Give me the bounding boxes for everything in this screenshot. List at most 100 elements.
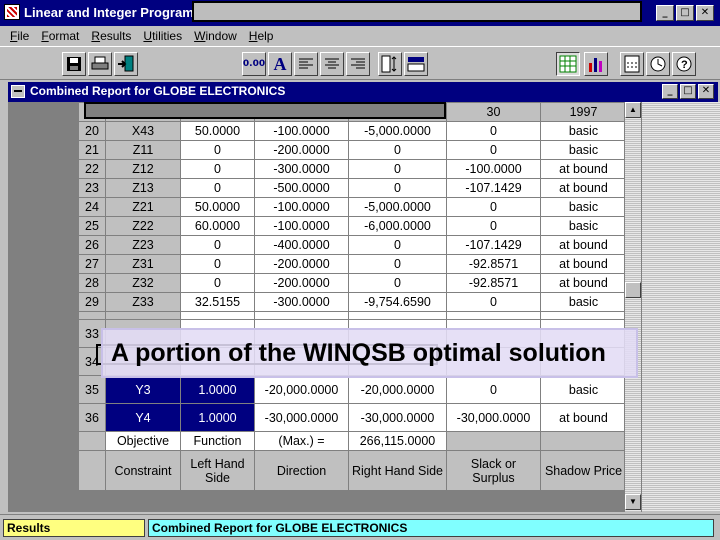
variable-name-cell[interactable]: Z21 <box>105 197 181 217</box>
variable-name-cell[interactable]: Z23 <box>105 235 181 255</box>
value-cell[interactable]: -100.0000 <box>446 159 541 179</box>
scroll-down-icon[interactable]: ▼ <box>625 494 641 510</box>
font-button[interactable]: A <box>268 52 292 76</box>
value-cell[interactable]: 0 <box>348 273 447 293</box>
value-cell[interactable]: 32.5155 <box>180 292 255 312</box>
value-cell[interactable]: 60.0000 <box>180 216 255 236</box>
value-cell[interactable]: 37.4845 <box>180 311 255 320</box>
status-cell[interactable]: basic <box>540 121 627 141</box>
empty-cell[interactable] <box>540 431 627 451</box>
grid-view-button[interactable] <box>556 52 580 76</box>
value-cell[interactable]: 0 <box>180 254 255 274</box>
value-cell[interactable]: 0 <box>180 273 255 293</box>
value-cell[interactable]: 0 <box>446 292 541 312</box>
value-cell[interactable]: 0 <box>180 178 255 198</box>
menu-results[interactable]: Results <box>91 26 131 46</box>
value-cell[interactable]: -5,000.0000 <box>348 121 447 141</box>
status-cell[interactable]: basic <box>540 375 627 404</box>
empty-cell[interactable] <box>446 431 541 451</box>
value-cell[interactable]: 0 <box>348 178 447 198</box>
value-cell[interactable]: -100.0000 <box>254 121 349 141</box>
value-cell[interactable]: -30,000.0000 <box>446 403 541 432</box>
value-cell[interactable]: -107.1429 <box>446 235 541 255</box>
objective-function-label[interactable]: Function <box>180 431 255 451</box>
decimal-button[interactable]: 0.00 <box>242 52 266 76</box>
menu-window[interactable]: Window <box>194 26 237 46</box>
value-cell[interactable]: -100.0000 <box>254 216 349 236</box>
exit-button[interactable] <box>114 52 138 76</box>
variable-name-cell[interactable]: Z12 <box>105 159 181 179</box>
objective-label[interactable]: Objective <box>105 431 181 451</box>
status-cell[interactable]: basic <box>540 197 627 217</box>
value-cell[interactable]: 0 <box>180 235 255 255</box>
value-cell[interactable]: 0 <box>446 197 541 217</box>
bar-chart-button[interactable] <box>584 52 608 76</box>
variable-name-cell[interactable]: Y4 <box>105 403 181 432</box>
menu-help[interactable]: Help <box>249 26 274 46</box>
menu-format[interactable]: Format <box>41 26 79 46</box>
value-cell[interactable]: 0 <box>348 140 447 160</box>
value-cell[interactable]: -9,754.6590 <box>348 292 447 312</box>
align-left-button[interactable] <box>294 52 318 76</box>
variable-name-cell[interactable]: Z11 <box>105 140 181 160</box>
value-cell[interactable]: -5,000.0000 <box>348 197 447 217</box>
value-cell[interactable]: -100.0000 <box>254 197 349 217</box>
status-cell[interactable]: basic <box>540 140 627 160</box>
value-cell[interactable]: -3,748.4470 <box>348 311 447 320</box>
status-cell[interactable]: at bound <box>540 254 627 274</box>
variable-name-cell[interactable]: Z32 <box>105 273 181 293</box>
save-button[interactable] <box>62 52 86 76</box>
value-cell[interactable]: 50.0000 <box>180 121 255 141</box>
value-cell[interactable]: -300.0000 <box>254 159 349 179</box>
variable-name-cell[interactable]: Z13 <box>105 178 181 198</box>
variable-name-cell[interactable]: X42 <box>105 311 181 320</box>
scroll-thumb[interactable] <box>625 282 641 298</box>
status-cell[interactable]: basic <box>540 311 627 320</box>
value-cell[interactable]: 1.0000 <box>180 375 255 404</box>
print-button[interactable] <box>88 52 112 76</box>
status-cell[interactable]: basic <box>540 292 627 312</box>
maximize-icon[interactable]: □ <box>676 5 694 21</box>
value-cell[interactable]: 0 <box>446 140 541 160</box>
variable-name-cell[interactable]: Z31 <box>105 254 181 274</box>
system-menu-icon[interactable] <box>11 85 25 98</box>
menu-file[interactable]: File <box>10 26 29 46</box>
minimize-icon[interactable]: _ <box>662 84 678 99</box>
align-center-button[interactable] <box>320 52 344 76</box>
scroll-up-icon[interactable]: ▲ <box>625 102 641 118</box>
value-cell[interactable]: 0 <box>180 159 255 179</box>
variable-name-cell[interactable]: Z33 <box>105 292 181 312</box>
objective-value[interactable]: 266,115.0000 <box>348 431 447 451</box>
value-cell[interactable]: 0 <box>180 140 255 160</box>
value-cell[interactable]: 1.0000 <box>180 403 255 432</box>
status-cell[interactable]: basic <box>540 216 627 236</box>
value-cell[interactable]: -200.0000 <box>254 273 349 293</box>
value-cell[interactable]: 0 <box>446 311 541 320</box>
value-cell[interactable]: 0 <box>446 216 541 236</box>
column-width-button[interactable] <box>404 52 428 76</box>
value-cell[interactable]: -92.8571 <box>446 254 541 274</box>
clock-button[interactable] <box>646 52 670 76</box>
vertical-scrollbar[interactable]: ▲ ▼ <box>624 102 641 512</box>
status-cell[interactable]: at bound <box>540 403 627 432</box>
minimize-icon[interactable]: _ <box>656 5 674 21</box>
value-cell[interactable]: -500.0000 <box>254 178 349 198</box>
value-cell[interactable]: 0 <box>446 375 541 404</box>
value-cell[interactable]: -100.0000 <box>254 311 349 320</box>
variable-name-cell[interactable]: X43 <box>105 121 181 141</box>
app-icon[interactable] <box>4 4 20 20</box>
row-height-button[interactable] <box>378 52 402 76</box>
close-icon[interactable]: ✕ <box>698 84 714 99</box>
menu-utilities[interactable]: Utilities <box>143 26 182 46</box>
close-icon[interactable]: ✕ <box>696 5 714 21</box>
value-cell[interactable]: 0 <box>348 235 447 255</box>
value-cell[interactable]: -6,000.0000 <box>348 216 447 236</box>
value-cell[interactable]: 50.0000 <box>180 197 255 217</box>
value-cell[interactable]: -30,000.0000 <box>348 403 447 432</box>
status-cell[interactable]: at bound <box>540 273 627 293</box>
value-cell[interactable]: -200.0000 <box>254 254 349 274</box>
status-cell[interactable]: at bound <box>540 235 627 255</box>
align-right-button[interactable] <box>346 52 370 76</box>
value-cell[interactable]: -300.0000 <box>254 292 349 312</box>
value-cell[interactable]: 0 <box>446 121 541 141</box>
